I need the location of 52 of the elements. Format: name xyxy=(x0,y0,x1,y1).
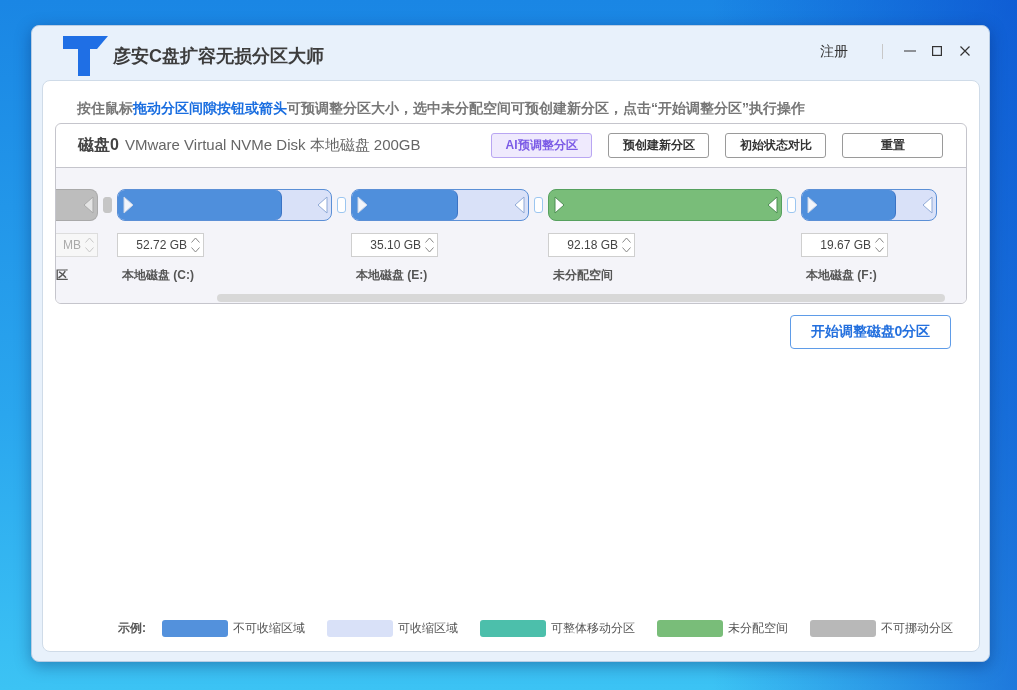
instruction-text: 按住鼠标拖动分区间隙按钮或箭头可预调整分区大小，选中未分配空间可预创建新分区，点击“开始调整分区”执行操作 xyxy=(77,99,806,117)
legend-label: 不可挪动分区 xyxy=(881,620,953,637)
drag-handle-icon[interactable] xyxy=(337,197,346,213)
drag-arrow-right-icon[interactable] xyxy=(554,196,565,214)
down-chevron-icon[interactable] xyxy=(191,247,200,253)
drag-handle-icon[interactable] xyxy=(534,197,543,213)
legend-label: 可收缩区域 xyxy=(398,620,458,637)
up-chevron-icon[interactable] xyxy=(875,237,884,243)
legend-label: 未分配空间 xyxy=(728,620,788,637)
partition-bar[interactable] xyxy=(351,189,529,221)
legend-label: 可整体移动分区 xyxy=(551,620,635,637)
drag-handle-icon[interactable] xyxy=(103,197,112,213)
disk-name: 磁盘0 xyxy=(78,135,119,155)
start-adjust-button[interactable]: 开始调整磁盘0分区 xyxy=(790,315,951,349)
drag-arrow-left-icon[interactable] xyxy=(767,196,778,214)
down-chevron-icon[interactable] xyxy=(875,247,884,253)
create-partition-button[interactable]: 预创建新分区 xyxy=(608,133,709,158)
partition-label: 区 xyxy=(56,268,69,282)
partition-label: 本地磁盘 (F:) xyxy=(806,268,878,282)
down-chevron-icon[interactable] xyxy=(622,247,631,253)
maximize-icon[interactable] xyxy=(932,46,942,56)
partition-bar[interactable] xyxy=(56,189,98,221)
close-icon[interactable] xyxy=(960,46,970,56)
legend-title: 示例: xyxy=(118,620,146,637)
up-chevron-icon[interactable] xyxy=(622,237,631,243)
up-chevron-icon[interactable] xyxy=(191,237,200,243)
size-spin-field[interactable]: 19.67 GB xyxy=(801,233,888,257)
compare-state-button[interactable]: 初始状态对比 xyxy=(725,133,826,158)
partition-bar[interactable] xyxy=(117,189,332,221)
drag-arrow-left-icon[interactable] xyxy=(83,196,94,214)
reset-button[interactable]: 重置 xyxy=(842,133,943,158)
partition-label: 本地磁盘 (C:) xyxy=(122,268,195,282)
partition-label: 本地磁盘 (E:) xyxy=(356,268,429,282)
drag-handle-icon[interactable] xyxy=(787,197,796,213)
size-spin-field[interactable]: 35.10 GB xyxy=(351,233,438,257)
partition-bar[interactable] xyxy=(548,189,782,221)
scrollbar-thumb[interactable] xyxy=(217,294,945,302)
legend-label: 不可收缩区域 xyxy=(233,620,305,637)
down-chevron-icon[interactable] xyxy=(425,247,434,253)
disk-description: VMware Virtual NVMe Disk 本地磁盘 200GB xyxy=(124,136,421,155)
size-spin-field[interactable]: 92.18 GB xyxy=(548,233,635,257)
drag-arrow-left-icon[interactable] xyxy=(317,196,328,214)
ai-adjust-button[interactable]: AI预调整分区 xyxy=(491,133,592,158)
logo-icon xyxy=(63,36,108,76)
size-spin-field[interactable]: 52.72 GB xyxy=(117,233,204,257)
register-link[interactable]: 注册 xyxy=(820,41,848,61)
partition-bar[interactable] xyxy=(801,189,937,221)
partition-label: 未分配空间 xyxy=(553,268,614,282)
window-title: 彦安C盘扩容无损分区大师 xyxy=(113,45,324,67)
drag-arrow-left-icon[interactable] xyxy=(514,196,525,214)
up-chevron-icon[interactable] xyxy=(425,237,434,243)
drag-arrow-left-icon[interactable] xyxy=(922,196,933,214)
